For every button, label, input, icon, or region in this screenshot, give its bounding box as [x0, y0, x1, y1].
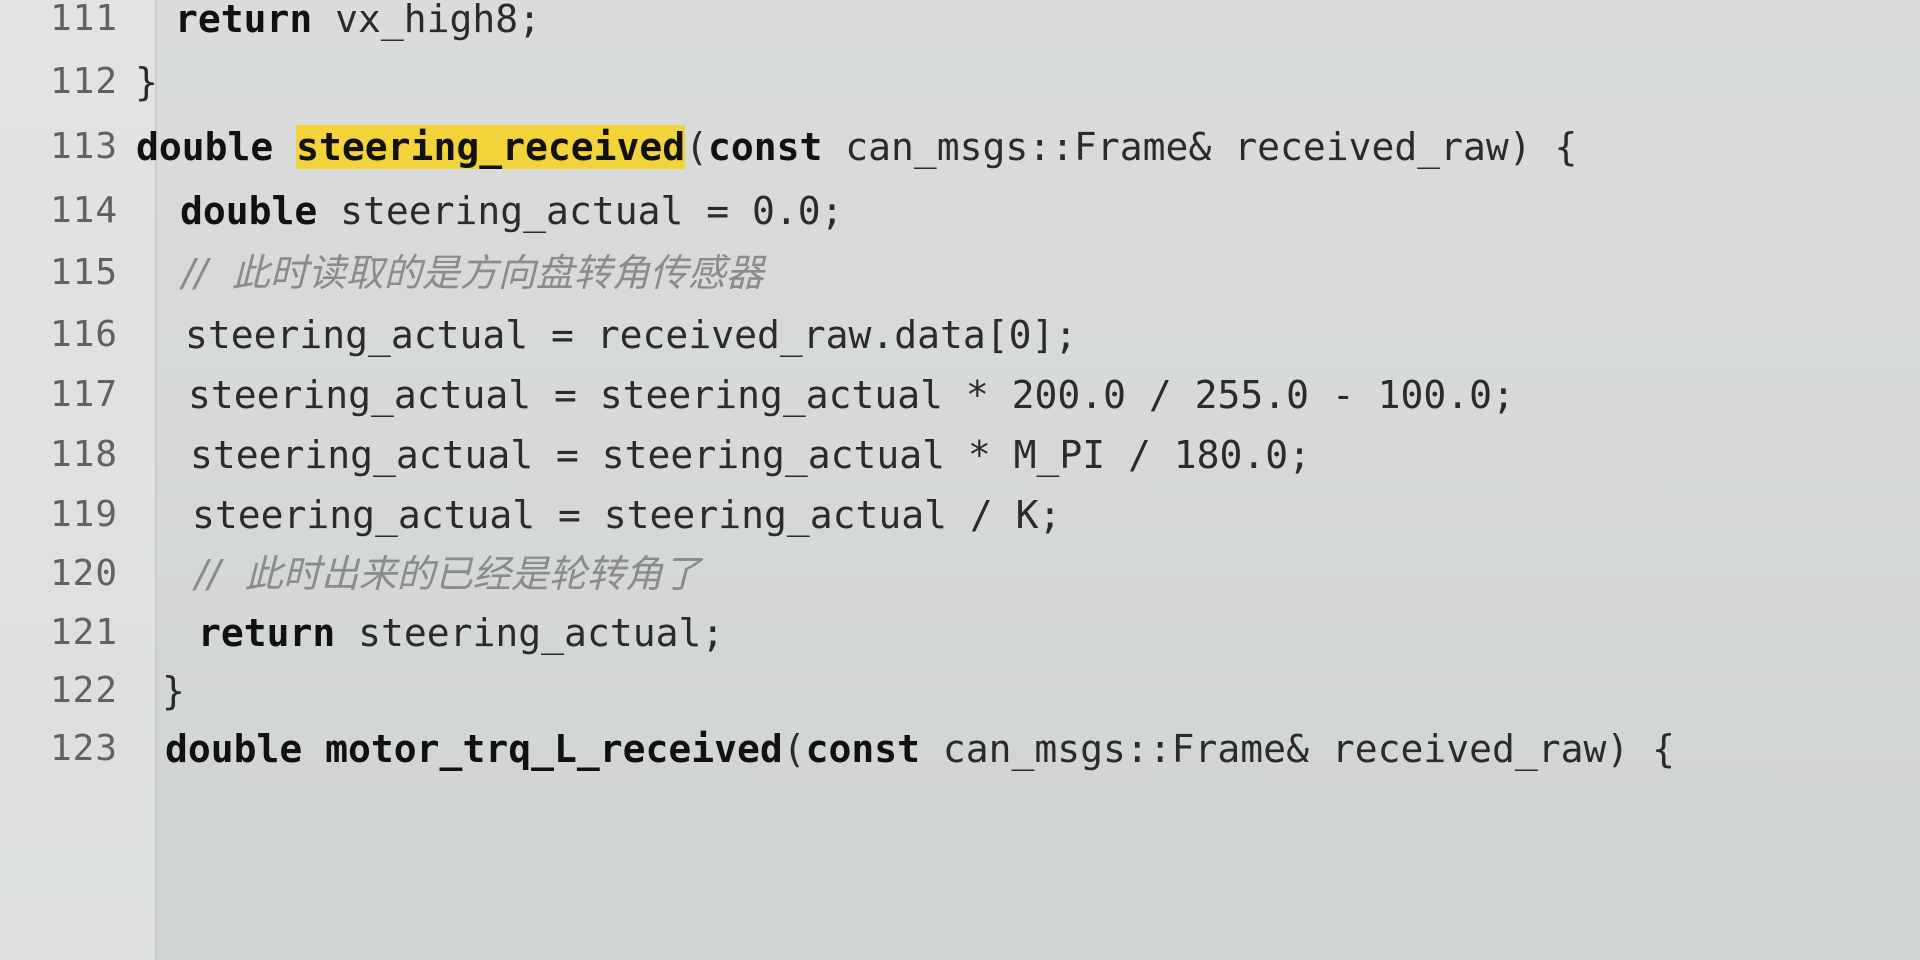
code-rest: steering_actual;: [335, 611, 725, 655]
code-text: double steering_received(const can_msgs:…: [136, 110, 1577, 184]
code-editor-screen: 111 return vx_high8; 112 } 113 double st…: [0, 0, 1920, 960]
keyword-return: return: [198, 611, 336, 655]
keyword-const: const: [708, 125, 823, 169]
code-rest: vx_high8;: [312, 0, 542, 41]
keyword-return: return: [175, 0, 313, 41]
code-text: }: [135, 60, 158, 104]
line-number: 113: [49, 126, 118, 167]
keyword-const: const: [805, 727, 921, 771]
line-number: 123: [49, 728, 118, 769]
code-line-113[interactable]: 113 double steering_received(const can_m…: [0, 110, 1920, 184]
search-highlight[interactable]: steering_received: [296, 125, 686, 169]
code-line-123[interactable]: 123 double motor_trq_L_received(const ca…: [0, 712, 1920, 786]
keyword-double: double: [165, 727, 303, 771]
code-rest: steering_actual = 0.0;: [317, 189, 844, 233]
code-paren: (: [782, 727, 806, 771]
code-paren: (: [685, 125, 708, 169]
keyword-double: double: [136, 125, 274, 169]
code-rest: can_msgs::Frame& received_raw) {: [822, 125, 1578, 169]
function-name: motor_trq_L_received: [325, 727, 783, 771]
line-number: 112: [49, 61, 118, 102]
code-line-112[interactable]: 112 }: [0, 45, 1920, 119]
code-rest: can_msgs::Frame& received_raw) {: [920, 727, 1675, 771]
keyword-double: double: [180, 189, 318, 233]
code-text: double motor_trq_L_received(const can_ms…: [165, 712, 1675, 786]
